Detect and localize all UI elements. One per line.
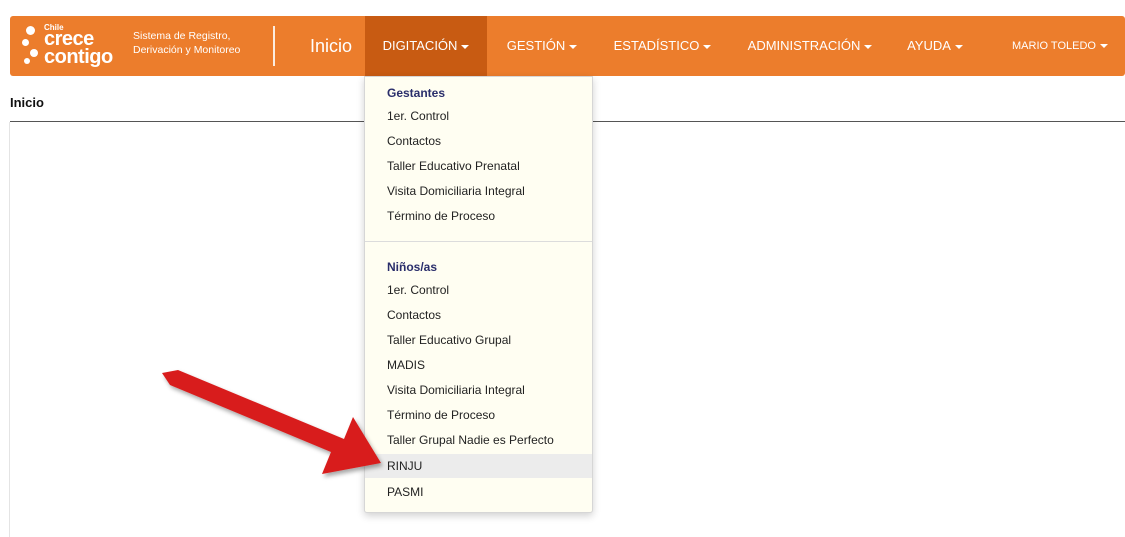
menu-item-gestantes-contactos[interactable]: Contactos: [365, 129, 592, 153]
nav-ayuda-label: AYUDA: [907, 38, 951, 53]
red-arrow-shape: [162, 370, 381, 474]
nav-digitacion-label: DIGITACIÓN: [382, 38, 458, 53]
top-navbar: Chile crece contigo Sistema de Registro,…: [10, 16, 1125, 76]
menu-item-ninos-rinju[interactable]: RINJU: [365, 454, 592, 478]
dropdown-header-gestantes: Gestantes: [387, 86, 446, 100]
nav-gestion-label: GESTIÓN: [506, 38, 566, 53]
menu-item-ninos-visita-domiciliaria[interactable]: Visita Domiciliaria Integral: [365, 378, 592, 402]
nav-digitacion-menu[interactable]: DIGITACIÓN: [365, 16, 487, 76]
nav-administracion-label: ADMINISTRACIÓN: [747, 38, 861, 53]
menu-item-ninos-nadie-es-perfecto[interactable]: Taller Grupal Nadie es Perfecto: [365, 428, 592, 452]
menu-item-gestantes-termino-proceso[interactable]: Término de Proceso: [365, 204, 592, 228]
nav-ayuda-menu[interactable]: AYUDA: [895, 16, 975, 76]
logo-contigo-text: contigo: [44, 46, 113, 68]
menu-item-ninos-1er-control[interactable]: 1er. Control: [365, 278, 592, 302]
logo-dot-icon: [30, 49, 38, 57]
logo-dot-icon: [24, 58, 30, 64]
menu-item-ninos-madis[interactable]: MADIS: [365, 353, 592, 377]
system-name-line1: Sistema de Registro,: [133, 30, 231, 42]
navbar-divider: [273, 26, 275, 66]
nav-administracion-menu[interactable]: ADMINISTRACIÓN: [735, 16, 885, 76]
caret-down-icon: [1099, 44, 1108, 49]
system-name-line2: Derivación y Monitoreo: [133, 44, 241, 56]
menu-item-gestantes-taller-prenatal[interactable]: Taller Educativo Prenatal: [365, 154, 592, 178]
caret-down-icon: [569, 44, 578, 49]
nav-estadistico-label: ESTADÍSTICO: [613, 38, 700, 53]
page-title: Inicio: [10, 95, 44, 110]
content-left-border: [9, 122, 10, 537]
menu-item-ninos-pasmi[interactable]: PASMI: [365, 480, 592, 504]
caret-down-icon: [864, 44, 873, 49]
caret-down-icon: [461, 44, 470, 49]
dropdown-divider: [365, 241, 592, 242]
menu-item-ninos-contactos[interactable]: Contactos: [365, 303, 592, 327]
crece-contigo-logo[interactable]: Chile crece contigo: [20, 20, 130, 72]
nav-user-menu[interactable]: MARIO TOLEDO: [1000, 16, 1120, 76]
menu-item-ninos-termino-proceso[interactable]: Término de Proceso: [365, 403, 592, 427]
nav-gestion-menu[interactable]: GESTIÓN: [497, 16, 587, 76]
caret-down-icon: [703, 44, 712, 49]
digitacion-dropdown-menu: Gestantes 1er. Control Contactos Taller …: [364, 76, 593, 513]
nav-user-label: MARIO TOLEDO: [1012, 40, 1096, 52]
dropdown-header-ninos: Niños/as: [387, 260, 438, 274]
caret-down-icon: [954, 44, 963, 49]
logo-dot-icon: [26, 26, 35, 35]
menu-item-gestantes-1er-control[interactable]: 1er. Control: [365, 104, 592, 128]
system-name: Sistema de Registro, Derivación y Monito…: [133, 29, 268, 57]
menu-item-ninos-taller-grupal[interactable]: Taller Educativo Grupal: [365, 328, 592, 352]
nav-inicio-link[interactable]: Inicio: [286, 16, 376, 76]
logo-dot-icon: [22, 39, 29, 46]
nav-estadistico-menu[interactable]: ESTADÍSTICO: [600, 16, 725, 76]
menu-item-gestantes-visita-domiciliaria[interactable]: Visita Domiciliaria Integral: [365, 179, 592, 203]
